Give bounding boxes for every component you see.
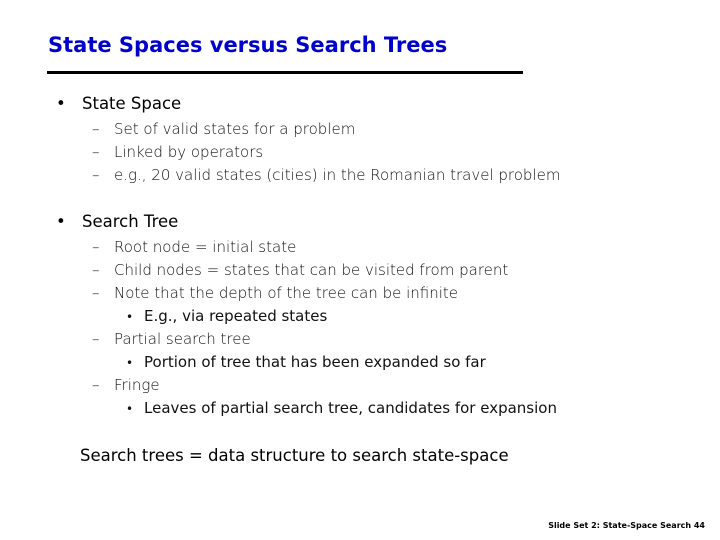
sub-item-text: Fringe xyxy=(114,376,160,394)
bullet-text: State Space xyxy=(82,94,182,113)
bullet-icon: • xyxy=(126,356,134,370)
sub-item-text: Root node = initial state xyxy=(114,238,297,256)
dash-icon: – xyxy=(92,143,100,161)
sub-item: – Fringe xyxy=(92,376,160,394)
sub-item: – e.g., 20 valid states (cities) in the R… xyxy=(92,166,560,184)
dash-icon: – xyxy=(92,120,100,138)
bullet-text: Search Tree xyxy=(82,212,179,231)
sub-item-text: Note that the depth of the tree can be i… xyxy=(114,284,459,302)
sub-sub-item: • Leaves of partial search tree, candidat… xyxy=(126,399,557,417)
sub-sub-item: • Portion of tree that has been expanded … xyxy=(126,353,486,371)
sub-item-text: Partial search tree xyxy=(114,330,251,348)
sub-item-text: Child nodes = states that can be visited… xyxy=(114,261,509,279)
sub-sub-item-text: Leaves of partial search tree, candidate… xyxy=(144,399,557,417)
bullet-icon: • xyxy=(126,402,134,416)
title-underline xyxy=(47,71,523,74)
dash-icon: – xyxy=(92,166,100,184)
sub-item-text: e.g., 20 valid states (cities) in the Ro… xyxy=(114,166,561,184)
sub-item: – Set of valid states for a problem xyxy=(92,120,355,138)
slide-title: State Spaces versus Search Trees xyxy=(48,33,448,57)
sub-item-text: Linked by operators xyxy=(114,143,264,161)
slide-footer: Slide Set 2: State-Space Search 44 xyxy=(548,521,705,530)
dash-icon: – xyxy=(92,284,100,302)
sub-sub-item-text: Portion of tree that has been expanded s… xyxy=(144,353,486,371)
sub-item: – Linked by operators xyxy=(92,143,263,161)
sub-sub-item-text: E.g., via repeated states xyxy=(144,307,328,325)
sub-item: – Partial search tree xyxy=(92,330,251,348)
summary-statement: Search trees = data structure to search … xyxy=(80,446,509,465)
bullet-icon: • xyxy=(126,310,134,324)
bullet-state-space: • State Space xyxy=(56,94,181,113)
sub-item: – Child nodes = states that can be visite… xyxy=(92,261,508,279)
bullet-icon: • xyxy=(56,212,66,231)
dash-icon: – xyxy=(92,261,100,279)
sub-sub-item: • E.g., via repeated states xyxy=(126,307,327,325)
bullet-icon: • xyxy=(56,94,66,113)
bullet-search-tree: • Search Tree xyxy=(56,212,178,231)
dash-icon: – xyxy=(92,238,100,256)
sub-item: – Root node = initial state xyxy=(92,238,296,256)
dash-icon: – xyxy=(92,376,100,394)
sub-item-text: Set of valid states for a problem xyxy=(114,120,356,138)
dash-icon: – xyxy=(92,330,100,348)
sub-item: – Note that the depth of the tree can be … xyxy=(92,284,458,302)
